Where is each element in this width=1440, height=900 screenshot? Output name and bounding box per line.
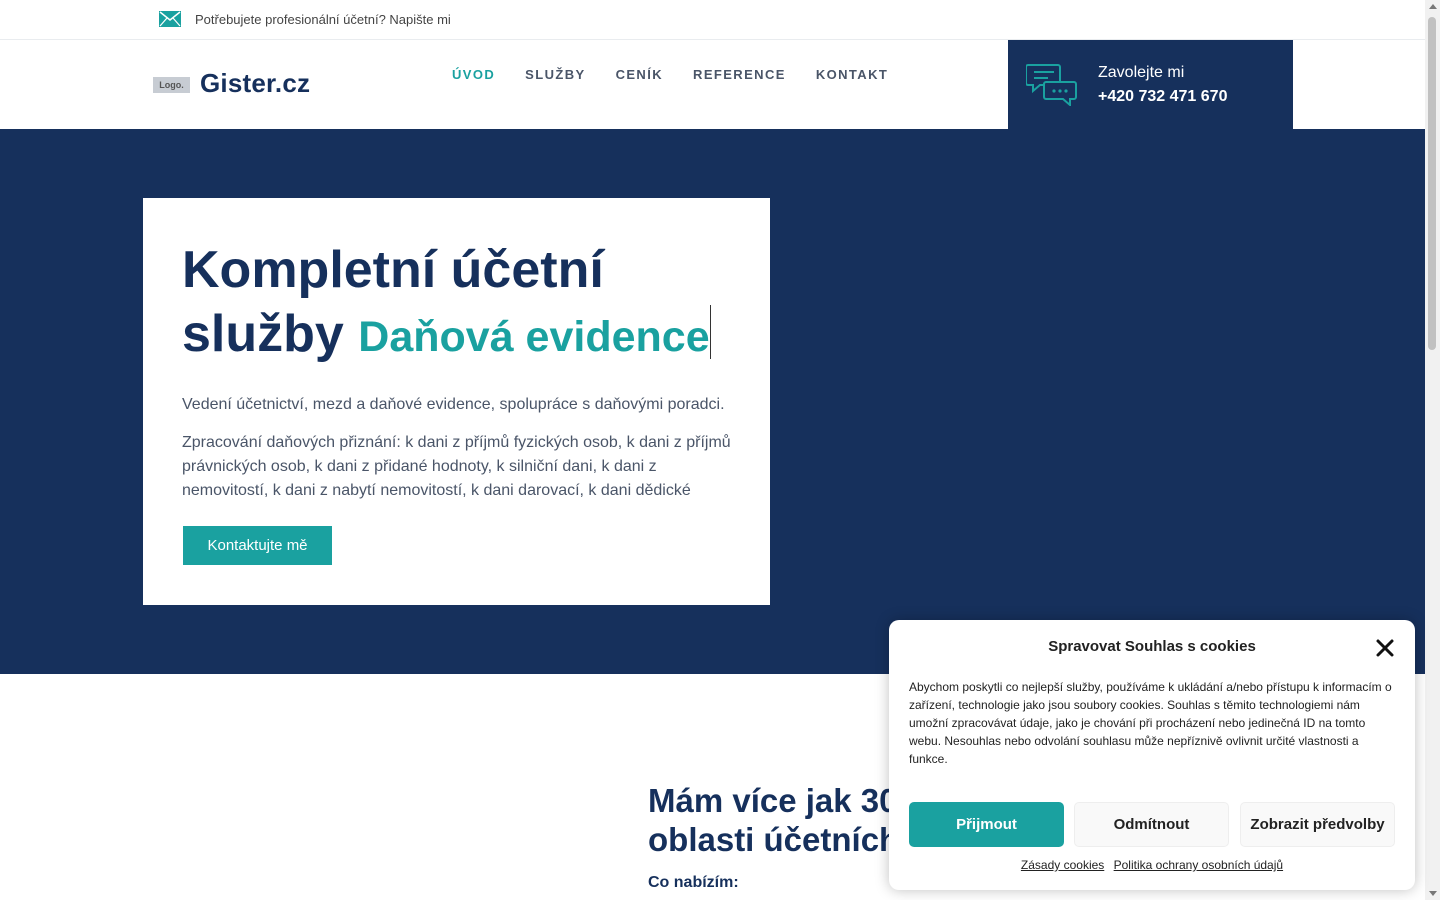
chat-bubbles-icon xyxy=(1026,64,1077,106)
cookie-dialog-links: Zásady cookies Politika ochrany osobních… xyxy=(889,858,1415,872)
section-subtitle: Co nabízím: xyxy=(648,874,739,891)
logo-badge[interactable]: Logo. xyxy=(153,77,190,93)
hero-card: Kompletní účetní služby Daňová evidence … xyxy=(143,198,770,605)
site-logo-text[interactable]: Gister.cz xyxy=(200,68,310,99)
hero-paragraph-2: Zpracování daňových přiznání: k dani z p… xyxy=(182,434,731,499)
contact-me-button[interactable]: Kontaktujte mě xyxy=(183,526,332,565)
cookie-policy-link[interactable]: Zásady cookies xyxy=(1021,858,1104,872)
view-preferences-button[interactable]: Zobrazit předvolby xyxy=(1240,802,1395,847)
typing-cursor xyxy=(709,305,711,359)
section-title-line2: oblasti účetních xyxy=(648,821,900,858)
contact-message-link[interactable]: Potřebujete profesionální účetní? Napišt… xyxy=(195,12,451,27)
privacy-policy-link[interactable]: Politika ochrany osobních údajů xyxy=(1114,858,1283,872)
close-icon[interactable] xyxy=(1375,638,1395,658)
deny-cookies-button[interactable]: Odmítnout xyxy=(1074,802,1229,847)
cookie-dialog-text: Abychom poskytli co nejlepší služby, pou… xyxy=(909,680,1392,766)
nav-item-cenik[interactable]: CENÍK xyxy=(616,67,663,82)
nav-item-sluzby[interactable]: SLUŽBY xyxy=(525,67,585,82)
scrollbar-thumb[interactable] xyxy=(1428,17,1436,350)
call-label: Zavolejte mi xyxy=(1098,64,1185,81)
cookie-consent-dialog: Spravovat Souhlas s cookies Abychom posk… xyxy=(889,620,1415,890)
main-nav: ÚVOD SLUŽBY CENÍK REFERENCE KONTAKT xyxy=(452,67,888,82)
top-bar: Potřebujete profesionální účetní? Napišt… xyxy=(0,0,1425,40)
hero-paragraph-1: Vedení účetnictví, mezd a daňové evidenc… xyxy=(182,396,725,413)
section-title-line1: Mám více jak 30 xyxy=(648,782,898,819)
section-title: Mám více jak 30 oblasti účetních xyxy=(648,781,899,859)
scroll-up-arrow-icon[interactable] xyxy=(1429,4,1437,9)
nav-item-kontakt[interactable]: KONTAKT xyxy=(816,67,888,82)
hero-section: Kompletní účetní služby Daňová evidence … xyxy=(0,129,1425,674)
cookie-dialog-title: Spravovat Souhlas s cookies xyxy=(1048,638,1256,655)
page-scrollbar[interactable] xyxy=(1425,0,1440,900)
call-phone-number[interactable]: +420 732 471 670 xyxy=(1098,88,1227,106)
hero-typed-text: Daňová evidence xyxy=(358,313,710,361)
nav-item-uvod[interactable]: ÚVOD xyxy=(452,67,495,82)
nav-item-reference[interactable]: REFERENCE xyxy=(693,67,786,82)
accept-cookies-button[interactable]: Přijmout xyxy=(909,802,1064,847)
hero-headline: Kompletní účetní služby Daňová evidence xyxy=(182,238,742,369)
scroll-down-arrow-icon[interactable] xyxy=(1429,891,1437,896)
call-box[interactable]: Zavolejte mi +420 732 471 670 xyxy=(1008,40,1293,129)
mail-icon xyxy=(159,11,181,27)
site-header: Logo. Gister.cz ÚVOD SLUŽBY CENÍK REFERE… xyxy=(0,40,1425,129)
